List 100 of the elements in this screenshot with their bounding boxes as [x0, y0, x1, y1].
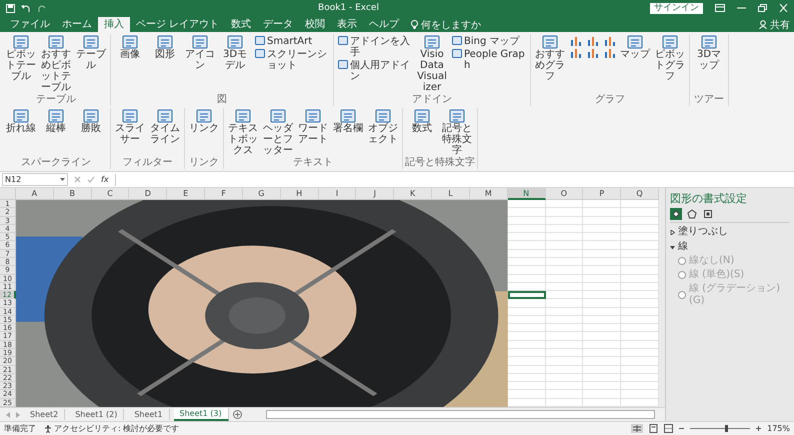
- ribbon-tab[interactable]: ファイル: [4, 17, 56, 32]
- ribbon-button[interactable]: テキストボックス: [226, 108, 260, 157]
- column-header[interactable]: C: [92, 188, 130, 200]
- ribbon-display-icon[interactable]: [715, 4, 725, 12]
- tile-icon: [83, 109, 99, 123]
- ribbon-button[interactable]: 署名欄: [331, 108, 365, 135]
- accessibility-button[interactable]: アクセシビリティ: 検討が必要です: [44, 423, 180, 434]
- undo-icon[interactable]: [21, 4, 31, 12]
- insert-function-button[interactable]: fx: [101, 175, 109, 184]
- ribbon-button[interactable]: 数式: [405, 108, 439, 135]
- page-layout-icon[interactable]: [649, 424, 658, 433]
- ribbon-button[interactable]: SmartArt: [253, 36, 331, 47]
- section-header[interactable]: 塗りつぶし: [670, 226, 790, 238]
- chart-type-button[interactable]: [585, 48, 600, 58]
- ribbon-button[interactable]: タイムライン: [148, 108, 182, 146]
- paint-bucket-tab[interactable]: [670, 208, 682, 220]
- ribbon-button[interactable]: マップ: [618, 34, 652, 61]
- grid-cell: [583, 357, 622, 366]
- sheet-tab[interactable]: Sheet1: [128, 409, 170, 420]
- chart-type-button[interactable]: [585, 36, 600, 46]
- column-header[interactable]: M: [470, 188, 508, 200]
- column-header[interactable]: O: [546, 188, 584, 200]
- ribbon-button[interactable]: スクリーンショット: [253, 49, 331, 71]
- ribbon-button[interactable]: 折れ線: [4, 108, 38, 135]
- active-cell[interactable]: [508, 291, 546, 300]
- column-header[interactable]: E: [167, 188, 206, 200]
- share-button[interactable]: 共有: [759, 17, 790, 32]
- ribbon-button[interactable]: 3Dモデル: [218, 34, 252, 72]
- column-header[interactable]: F: [205, 188, 243, 200]
- column-header[interactable]: L: [432, 188, 470, 200]
- ribbon-button[interactable]: おすすめグラフ: [533, 34, 567, 83]
- ribbon-button[interactable]: ピボットグラフ: [653, 34, 687, 83]
- ribbon-button[interactable]: アイコン: [183, 34, 217, 72]
- ribbon-button[interactable]: リンク: [187, 108, 221, 135]
- add-sheet-icon[interactable]: [232, 410, 242, 419]
- close-icon[interactable]: [779, 4, 788, 12]
- column-header[interactable]: Q: [621, 188, 659, 200]
- ribbon-button[interactable]: アドインを入手: [336, 36, 414, 58]
- ribbon-tab[interactable]: 数式: [225, 17, 258, 32]
- ribbon-button[interactable]: ヘッダーとフッター: [261, 108, 295, 157]
- ribbon-button[interactable]: 縦棒: [39, 108, 73, 135]
- pentagon-tab[interactable]: [686, 208, 698, 220]
- ribbon-tab[interactable]: 挿入: [98, 17, 130, 32]
- ribbon-tab[interactable]: データ: [257, 17, 300, 32]
- ribbon-tab[interactable]: 校閲: [299, 17, 332, 32]
- column-header[interactable]: K: [394, 188, 432, 200]
- column-header[interactable]: B: [54, 188, 92, 200]
- size-tab[interactable]: [702, 208, 714, 220]
- ribbon-button[interactable]: スライサー: [113, 108, 147, 146]
- ribbon-button[interactable]: ワードアート: [296, 108, 330, 146]
- column-header[interactable]: J: [356, 188, 394, 200]
- restore-icon[interactable]: [758, 4, 767, 12]
- column-header[interactable]: P: [583, 188, 622, 200]
- sheet-tab[interactable]: Sheet2: [24, 409, 66, 420]
- sheet-tab[interactable]: Sheet1 (2): [69, 409, 124, 420]
- save-icon[interactable]: [6, 4, 15, 12]
- ribbon-button[interactable]: オブジェクト: [366, 108, 400, 146]
- person-icon: [759, 20, 767, 29]
- chart-type-button[interactable]: [568, 48, 583, 58]
- ribbon-button[interactable]: 記号と特殊文字: [440, 108, 474, 157]
- ribbon-button[interactable]: Bing マップ: [450, 36, 528, 47]
- ribbon-button[interactable]: 3Dマップ: [692, 34, 726, 72]
- column-header[interactable]: A: [16, 188, 54, 200]
- column-header[interactable]: G: [242, 188, 281, 200]
- ribbon-button[interactable]: 画像: [113, 34, 147, 61]
- chart-type-button[interactable]: [568, 36, 583, 46]
- grid-cell: [546, 332, 584, 341]
- column-header[interactable]: I: [318, 188, 356, 200]
- ribbon-button[interactable]: 図形: [148, 34, 182, 61]
- horizontal-scrollbar[interactable]: [266, 410, 655, 419]
- section-header[interactable]: 線: [670, 241, 790, 253]
- column-header[interactable]: H: [280, 188, 319, 200]
- ribbon-button[interactable]: People Graph: [450, 49, 528, 71]
- sign-in-button[interactable]: サインイン: [650, 2, 703, 14]
- ribbon-button[interactable]: 個人用アドイン: [336, 60, 414, 82]
- ribbon-button[interactable]: テーブル: [74, 34, 108, 72]
- tile-icon: [255, 36, 265, 45]
- column-header[interactable]: N: [508, 188, 546, 200]
- ribbon-tab[interactable]: ホーム: [56, 17, 98, 32]
- page-break-icon[interactable]: [664, 424, 674, 433]
- name-box[interactable]: N12: [2, 173, 68, 186]
- checkmark-icon[interactable]: [87, 176, 95, 183]
- redo-icon[interactable]: [37, 4, 47, 12]
- zoom-slider-thumb[interactable]: [725, 425, 728, 432]
- ribbon-button[interactable]: ピボットテーブル: [4, 34, 38, 83]
- chart-type-button[interactable]: [602, 36, 617, 46]
- zoom-in-icon[interactable]: [756, 426, 762, 431]
- ribbon-tab[interactable]: ページ レイアウト: [130, 17, 226, 32]
- normal-view-icon[interactable]: [631, 424, 644, 433]
- ribbon-button[interactable]: おすすめピボットテーブル: [39, 34, 73, 94]
- ribbon-tab[interactable]: 表示: [331, 17, 364, 32]
- chart-type-button[interactable]: [602, 48, 617, 58]
- zoom-level[interactable]: 175%: [767, 424, 790, 433]
- ribbon-tab[interactable]: ヘルプ: [363, 17, 406, 32]
- ribbon-button[interactable]: Visio Data Visualizer: [415, 34, 449, 94]
- column-header[interactable]: D: [129, 188, 168, 200]
- tell-me-search[interactable]: 何をしますか: [411, 17, 482, 32]
- sheet-tab[interactable]: Sheet1 (3): [174, 408, 229, 421]
- ribbon-button[interactable]: 勝敗: [74, 108, 108, 135]
- window-title: Book1 - Excel: [317, 3, 380, 13]
